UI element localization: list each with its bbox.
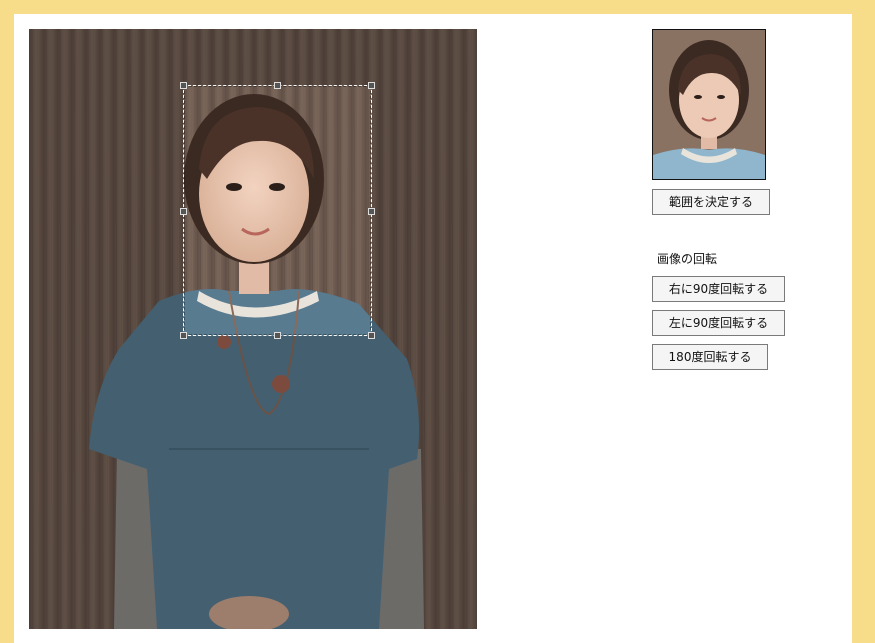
crop-selection[interactable] xyxy=(180,82,375,339)
crop-mask-right xyxy=(372,85,477,336)
rotate-right-90-button[interactable]: 右に90度回転する xyxy=(652,276,785,302)
crop-handle-se[interactable] xyxy=(368,332,375,339)
crop-handle-ne[interactable] xyxy=(368,82,375,89)
decide-range-button[interactable]: 範囲を決定する xyxy=(652,189,770,215)
crop-handle-w[interactable] xyxy=(180,208,187,215)
crop-handle-sw[interactable] xyxy=(180,332,187,339)
crop-mask-bottom xyxy=(29,336,477,629)
source-photo[interactable] xyxy=(29,29,477,629)
rotate-180-button[interactable]: 180度回転する xyxy=(652,344,768,370)
preview-image xyxy=(653,30,765,179)
crop-border xyxy=(184,86,371,335)
crop-handle-n[interactable] xyxy=(274,82,281,89)
editor-panel: 範囲を決定する 画像の回転 右に90度回転する 左に90度回転する 180度回転… xyxy=(14,14,852,643)
crop-handle-nw[interactable] xyxy=(180,82,187,89)
crop-mask-left xyxy=(29,85,183,336)
rotate-left-90-button[interactable]: 左に90度回転する xyxy=(652,310,785,336)
rotate-heading: 画像の回転 xyxy=(657,252,718,266)
crop-handle-e[interactable] xyxy=(368,208,375,215)
crop-mask-top xyxy=(29,29,477,85)
crop-preview xyxy=(652,29,766,180)
crop-handle-s[interactable] xyxy=(274,332,281,339)
